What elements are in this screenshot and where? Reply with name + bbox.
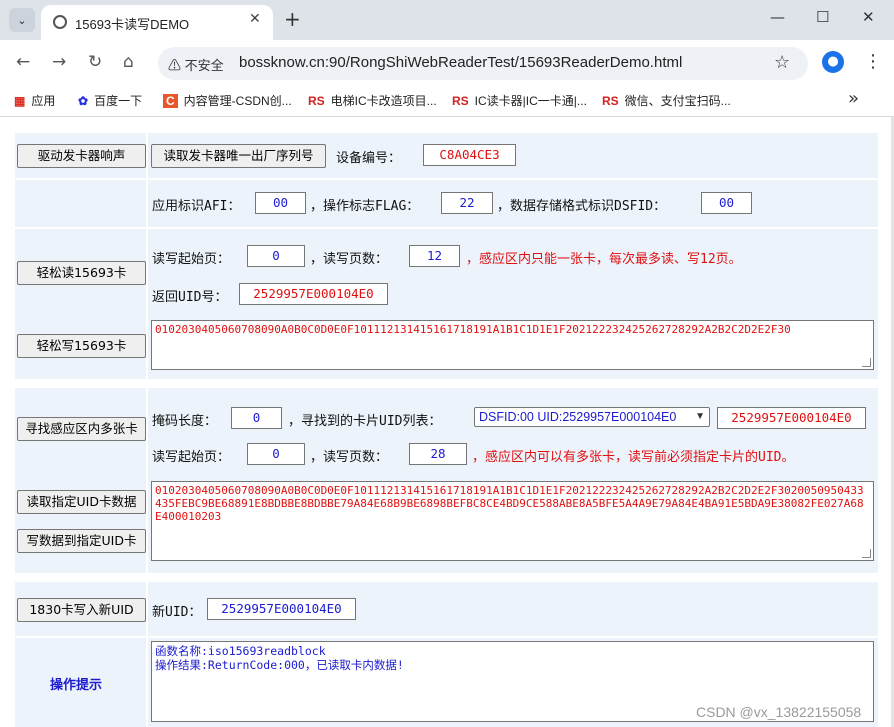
bookmark-apps[interactable]: ▦ 应用 bbox=[14, 92, 55, 109]
flag-field[interactable]: 22 bbox=[441, 192, 493, 214]
afi-field[interactable]: 00 bbox=[255, 192, 306, 214]
multi-start-page-field[interactable]: 0 bbox=[247, 443, 305, 465]
operation-hint-label: 操作提示 bbox=[50, 678, 103, 693]
minimize-icon[interactable]: — bbox=[770, 8, 785, 26]
page-count-field[interactable]: 12 bbox=[409, 245, 460, 267]
url-text[interactable]: bossknow.cn:90/RongShiWebReaderTest/1569… bbox=[239, 54, 682, 71]
hint-line-2: 操作结果:ReturnCode:000，已读取卡内数据! bbox=[155, 658, 404, 672]
dsfid-label: ，数据存储格式标识DSFID： bbox=[497, 199, 667, 214]
maximize-icon[interactable]: ☐ bbox=[816, 8, 829, 26]
dsfid-field[interactable]: 00 bbox=[701, 192, 752, 214]
close-tab-icon[interactable]: ✕ bbox=[249, 11, 261, 27]
easy-write-button[interactable]: 轻松写15693卡 bbox=[17, 334, 146, 358]
tab-title: 15693卡读写DEMO bbox=[75, 17, 190, 32]
browser-toolbar: ← → ↻ ⌂ ⚠ 不安全 bossknow.cn:90/RongShiWebR… bbox=[0, 40, 894, 86]
cell-r2-left bbox=[15, 180, 146, 227]
multi-page-count-field[interactable]: 28 bbox=[409, 443, 467, 465]
mask-length-label: 掩码长度： bbox=[152, 414, 218, 429]
new-tab-icon[interactable]: + bbox=[284, 7, 301, 31]
bookmark-star-icon[interactable]: ☆ bbox=[774, 52, 790, 73]
resize-handle-icon[interactable] bbox=[862, 549, 871, 558]
write-uid-card-button[interactable]: 写数据到指定UID卡 bbox=[17, 529, 146, 553]
profile-avatar-icon[interactable]: ● bbox=[822, 51, 844, 73]
address-bar[interactable]: ⚠ 不安全 bossknow.cn:90/RongShiWebReaderTes… bbox=[158, 47, 808, 80]
home-icon[interactable]: ⌂ bbox=[123, 52, 134, 72]
uid-data-text: 0102030405060708090A0B0C0D0E0F1011121314… bbox=[155, 484, 864, 523]
read-serial-button[interactable]: 读取发卡器唯一出厂序列号 bbox=[151, 144, 326, 168]
more-bookmarks-icon[interactable]: » bbox=[848, 88, 859, 109]
selected-uid-field[interactable]: 2529957E000104E0 bbox=[717, 407, 866, 429]
easy-data-textarea[interactable]: 0102030405060708090A0B0C0D0E0F1011121314… bbox=[151, 320, 874, 370]
forward-icon[interactable]: → bbox=[52, 52, 66, 72]
chevron-down-icon: ▼ bbox=[695, 411, 705, 422]
multi-card-note: ，感应区内可以有多张卡，读写前必须指定卡片的UID。 bbox=[472, 450, 795, 465]
single-card-note: ，感应区内只能一张卡，每次最多读、写12页。 bbox=[466, 252, 742, 267]
back-icon[interactable]: ← bbox=[16, 52, 30, 72]
page-count-label: ，读写页数： bbox=[310, 252, 389, 267]
new-uid-field[interactable]: 2529957E000104E0 bbox=[207, 598, 356, 620]
read-uid-card-button[interactable]: 读取指定UID卡数据 bbox=[17, 490, 146, 514]
uid-list-select[interactable]: DSFID:00 UID:2529957E000104E0 ▼ bbox=[474, 407, 710, 427]
close-window-icon[interactable]: ✕ bbox=[862, 8, 875, 26]
hint-line-1: 函数名称:iso15693readblock bbox=[155, 644, 326, 658]
mask-length-field[interactable]: 0 bbox=[231, 407, 282, 429]
watermark: CSDN @vx_13822155058 bbox=[696, 704, 862, 720]
write-new-uid-button[interactable]: 1830卡写入新UID bbox=[17, 598, 146, 622]
flag-label: ，操作标志FLAG： bbox=[310, 199, 420, 214]
uid-label: 返回UID号： bbox=[152, 290, 228, 305]
easy-data-text: 0102030405060708090A0B0C0D0E0F1011121314… bbox=[155, 323, 791, 336]
uid-list-label: ，寻找到的卡片UID列表： bbox=[288, 414, 442, 429]
uid-list-selected: DSFID:00 UID:2529957E000104E0 bbox=[479, 410, 677, 424]
menu-dots-icon[interactable]: ⋮ bbox=[864, 51, 882, 72]
uid-data-textarea[interactable]: 0102030405060708090A0B0C0D0E0F1011121314… bbox=[151, 481, 874, 561]
bookmark-csdn[interactable]: C 内容管理-CSDN创... bbox=[163, 92, 292, 109]
globe-icon bbox=[53, 15, 67, 29]
device-label: 设备编号： bbox=[336, 151, 402, 166]
bookmark-baidu[interactable]: ✿ 百度一下 bbox=[78, 92, 142, 109]
afi-label: 应用标识AFI： bbox=[152, 199, 241, 214]
start-page-field[interactable]: 0 bbox=[247, 245, 305, 267]
bookmark-rs-2[interactable]: RS IC读卡器|IC一卡通|... bbox=[452, 92, 587, 109]
resize-handle-icon[interactable] bbox=[862, 358, 871, 367]
find-multi-cards-button[interactable]: 寻找感应区内多张卡 bbox=[17, 417, 146, 441]
reload-icon[interactable]: ↻ bbox=[88, 52, 102, 72]
browser-tab[interactable]: 15693卡读写DEMO ✕ bbox=[41, 5, 273, 40]
multi-page-count-label: ，读写页数： bbox=[310, 450, 389, 465]
tab-search-chevron-icon[interactable]: ⌄ bbox=[9, 8, 35, 32]
insecure-badge[interactable]: ⚠ 不安全 bbox=[168, 55, 224, 74]
new-uid-label: 新UID： bbox=[152, 605, 202, 620]
start-page-label: 读写起始页： bbox=[152, 252, 231, 267]
bookmarks-bar: ▦ 应用 ✿ 百度一下 C 内容管理-CSDN创... RS 电梯IC卡改造项目... … bbox=[0, 86, 894, 117]
bookmark-rs-3[interactable]: RS 微信、支付宝扫码... bbox=[602, 92, 731, 109]
device-number-field[interactable]: C8A04CE3 bbox=[423, 144, 516, 166]
beep-button[interactable]: 驱动发卡器响声 bbox=[17, 144, 146, 168]
tab-strip: ⌄ 15693卡读写DEMO ✕ + — ☐ ✕ bbox=[0, 0, 894, 40]
bookmark-rs-1[interactable]: RS 电梯IC卡改造项目... bbox=[308, 92, 437, 109]
easy-read-button[interactable]: 轻松读15693卡 bbox=[17, 261, 146, 285]
uid-field[interactable]: 2529957E000104E0 bbox=[239, 283, 388, 305]
multi-start-page-label: 读写起始页： bbox=[152, 450, 231, 465]
